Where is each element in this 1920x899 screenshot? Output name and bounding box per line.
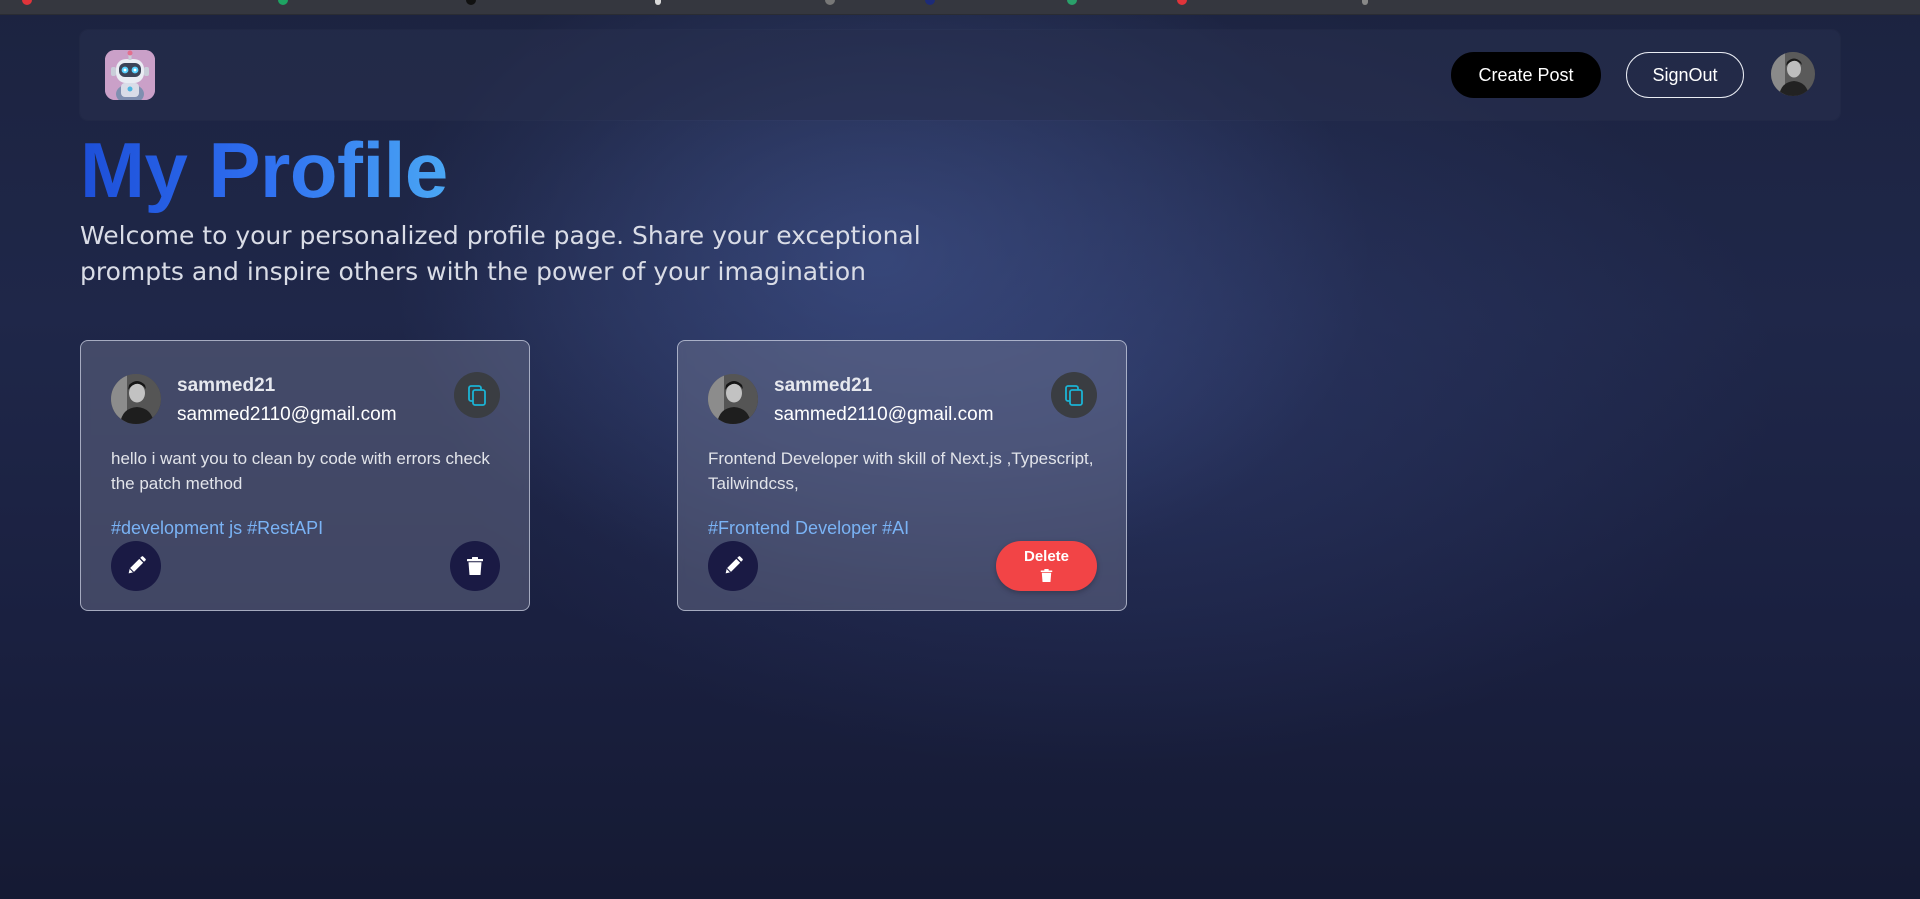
delete-button[interactable]: Delete xyxy=(996,541,1097,591)
copy-button[interactable] xyxy=(1051,372,1097,418)
bookmark-favicon-icon[interactable] xyxy=(466,0,476,5)
bookmark-favicon-icon[interactable] xyxy=(22,0,32,5)
delete-label: Delete xyxy=(1023,548,1070,565)
prompt-card: sammed21 sammed2110@gmail.com Frontend D… xyxy=(677,340,1127,611)
copy-icon xyxy=(468,385,486,406)
bookmark-favicon-icon[interactable] xyxy=(655,0,661,5)
edit-button[interactable] xyxy=(708,541,758,591)
browser-bookmarks-strip xyxy=(0,0,1920,15)
create-post-button[interactable]: Create Post xyxy=(1451,52,1601,98)
trash-icon xyxy=(467,557,483,575)
prompt-text: Frontend Developer with skill of Next.js… xyxy=(708,449,1094,493)
copy-button[interactable] xyxy=(454,372,500,418)
bookmark-favicon-icon[interactable] xyxy=(278,0,288,5)
bookmark-favicon-icon[interactable] xyxy=(1067,0,1077,5)
copy-icon xyxy=(1065,385,1083,406)
pencil-icon xyxy=(128,556,146,574)
user-avatar[interactable] xyxy=(1771,52,1815,96)
author-username[interactable]: sammed21 xyxy=(177,375,275,397)
pencil-icon xyxy=(725,556,743,574)
bookmark-favicon-icon[interactable] xyxy=(1362,0,1368,5)
prompt-text: hello i want you to clean by code with e… xyxy=(111,449,490,493)
author-email: sammed2110@gmail.com xyxy=(774,404,994,425)
author-email: sammed2110@gmail.com xyxy=(177,404,397,425)
bookmark-favicon-icon[interactable] xyxy=(825,0,835,5)
edit-button[interactable] xyxy=(111,541,161,591)
robot-logo-icon[interactable] xyxy=(105,50,155,100)
author-username[interactable]: sammed21 xyxy=(774,375,872,397)
signout-button[interactable]: SignOut xyxy=(1626,52,1744,98)
bookmark-favicon-icon[interactable] xyxy=(1177,0,1187,5)
page-description: Welcome to your personalized profile pag… xyxy=(80,221,921,286)
bookmark-favicon-icon[interactable] xyxy=(925,0,935,5)
trash-icon xyxy=(1040,569,1053,582)
delete-button[interactable] xyxy=(450,541,500,591)
page-title: My Profile xyxy=(80,126,448,214)
prompt-tags[interactable]: #development js #RestAPI xyxy=(111,518,323,539)
author-avatar[interactable] xyxy=(111,374,161,424)
prompt-tags[interactable]: #Frontend Developer #AI xyxy=(708,518,909,539)
author-avatar[interactable] xyxy=(708,374,758,424)
prompt-card: sammed21 sammed2110@gmail.com hello i wa… xyxy=(80,340,530,611)
